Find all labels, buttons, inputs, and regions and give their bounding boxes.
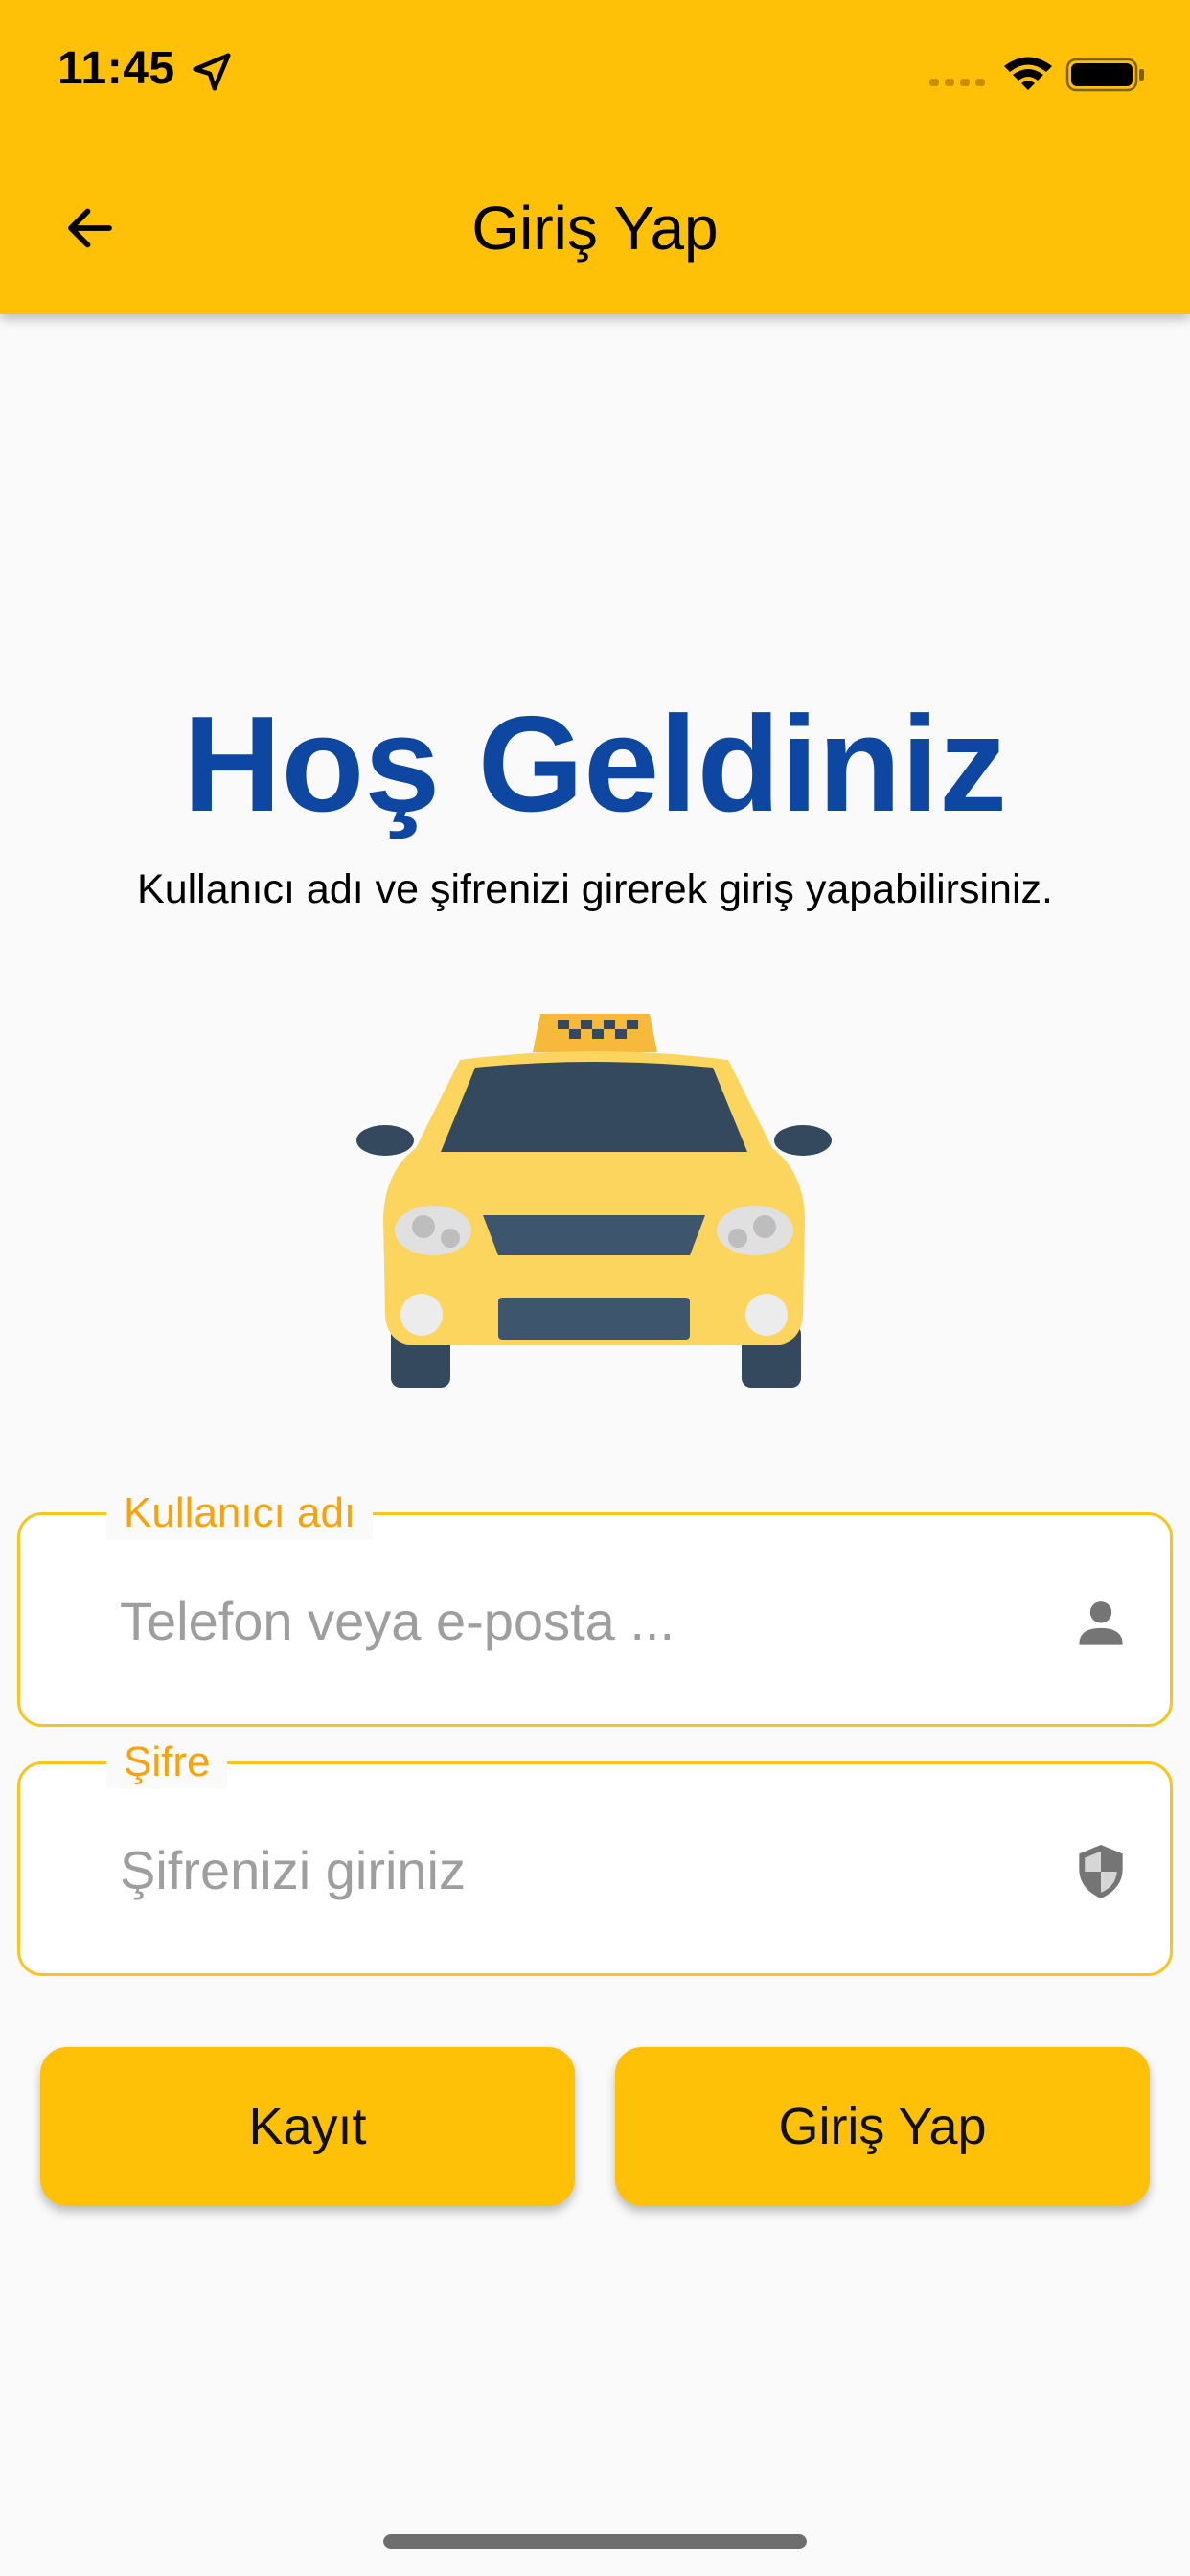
username-field[interactable]: Kullanıcı adı bbox=[17, 1486, 1173, 1727]
app-bar-title: Giriş Yap bbox=[471, 194, 719, 263]
battery-icon bbox=[1065, 58, 1144, 92]
login-button[interactable]: Giriş Yap bbox=[615, 2047, 1150, 2206]
taxi-illustration bbox=[356, 1014, 832, 1388]
home-indicator[interactable] bbox=[383, 2534, 807, 2549]
register-button[interactable]: Kayıt bbox=[40, 2047, 575, 2206]
wifi-icon bbox=[1004, 57, 1052, 90]
welcome-subtitle: Kullanıcı adı ve şifrenizi girerek giriş… bbox=[137, 866, 1053, 912]
app-header: 11:45 Giriş Yap bbox=[0, 0, 1190, 314]
signal-dots-icon bbox=[929, 79, 985, 86]
username-label: Kullanıcı adı bbox=[106, 1486, 374, 1540]
welcome-title: Hoş Geldiniz bbox=[183, 688, 1007, 840]
shield-icon bbox=[1079, 1845, 1123, 1898]
location-arrow-icon bbox=[193, 53, 231, 91]
password-input[interactable] bbox=[120, 1822, 982, 1918]
password-label: Şifre bbox=[106, 1736, 228, 1789]
person-icon bbox=[1079, 1601, 1123, 1644]
username-input[interactable] bbox=[120, 1573, 982, 1668]
password-field[interactable]: Şifre bbox=[17, 1736, 1173, 1976]
status-time: 11:45 bbox=[57, 43, 175, 94]
